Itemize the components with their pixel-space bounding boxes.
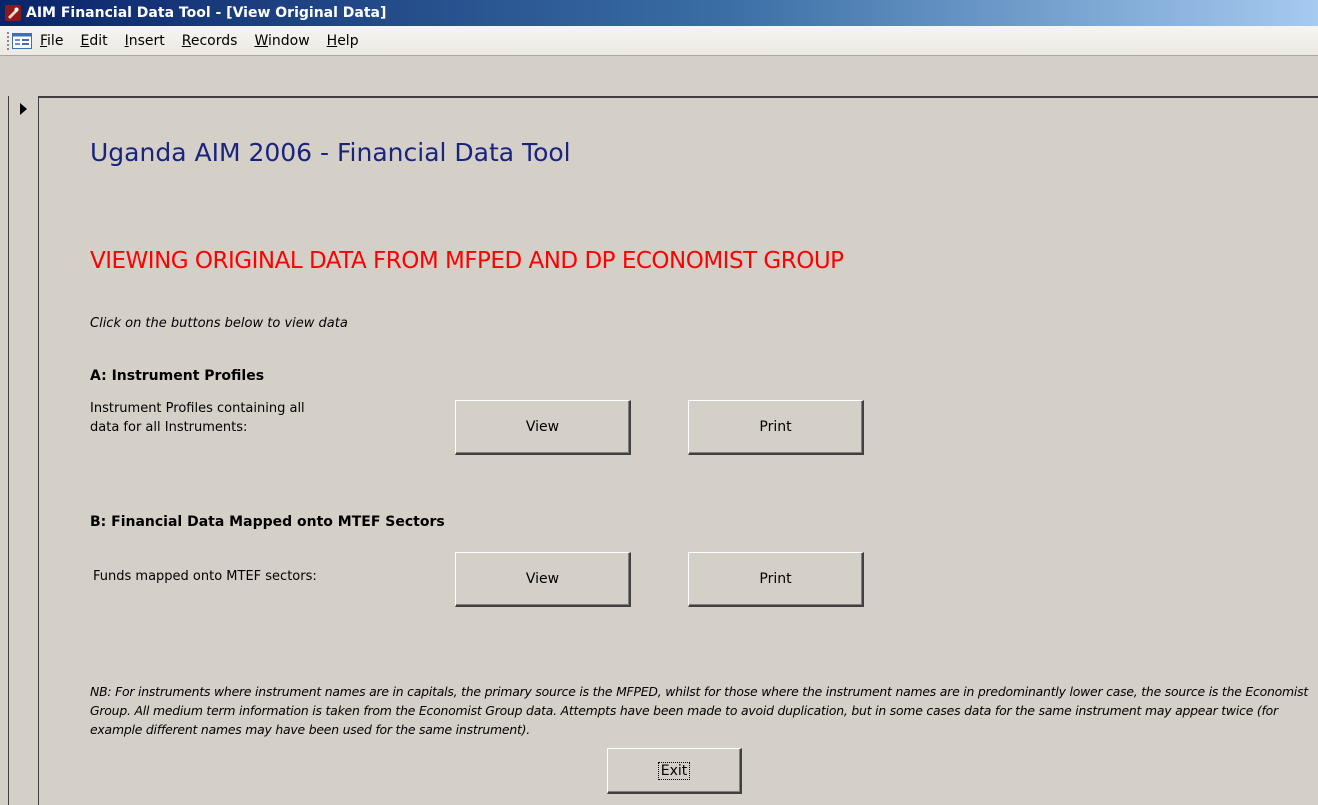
section-a-label: Instrument Profiles containing all data … xyxy=(90,399,305,437)
menu-edit[interactable]: Edit xyxy=(80,31,107,51)
exit-button[interactable]: Exit xyxy=(607,748,742,794)
section-a-label-line2: data for all Instruments: xyxy=(90,420,248,435)
form-title: Uganda AIM 2006 - Financial Data Tool xyxy=(90,138,571,167)
form-top-border xyxy=(8,96,1318,98)
toolbar-grip[interactable] xyxy=(6,30,10,51)
viewing-heading: VIEWING ORIGINAL DATA FROM MFPED AND DP … xyxy=(90,248,844,274)
window-title: AIM Financial Data Tool - [View Original… xyxy=(26,5,387,21)
menu-bar: File Edit Insert Records Window Help xyxy=(0,26,1318,56)
mtef-sectors-view-button[interactable]: View xyxy=(455,552,631,607)
title-bar[interactable]: AIM Financial Data Tool - [View Original… xyxy=(0,0,1318,26)
access-key-icon[interactable] xyxy=(4,4,22,22)
section-a-heading: A: Instrument Profiles xyxy=(90,368,265,384)
instrument-profiles-print-button[interactable]: Print xyxy=(688,400,864,455)
menu-window[interactable]: Window xyxy=(254,31,309,51)
instrument-profiles-view-button[interactable]: View xyxy=(455,400,631,455)
section-a-label-line1: Instrument Profiles containing all xyxy=(90,401,305,416)
section-b-heading: B: Financial Data Mapped onto MTEF Secto… xyxy=(90,514,445,530)
mtef-sectors-print-button[interactable]: Print xyxy=(688,552,864,607)
current-record-arrow-icon xyxy=(19,103,27,115)
section-b-label: Funds mapped onto MTEF sectors: xyxy=(93,569,317,584)
exit-button-label: Exit xyxy=(657,761,691,780)
record-selector[interactable] xyxy=(8,97,39,124)
record-selector-bar[interactable] xyxy=(8,96,39,805)
menu-file[interactable]: File xyxy=(40,31,63,51)
menu-records[interactable]: Records xyxy=(182,31,238,51)
menu-help[interactable]: Help xyxy=(327,31,359,51)
menu-insert[interactable]: Insert xyxy=(125,31,165,51)
nb-note: NB: For instruments where instrument nam… xyxy=(90,684,1309,737)
form-view-icon[interactable] xyxy=(12,32,32,50)
instruction-text: Click on the buttons below to view data xyxy=(90,316,348,331)
